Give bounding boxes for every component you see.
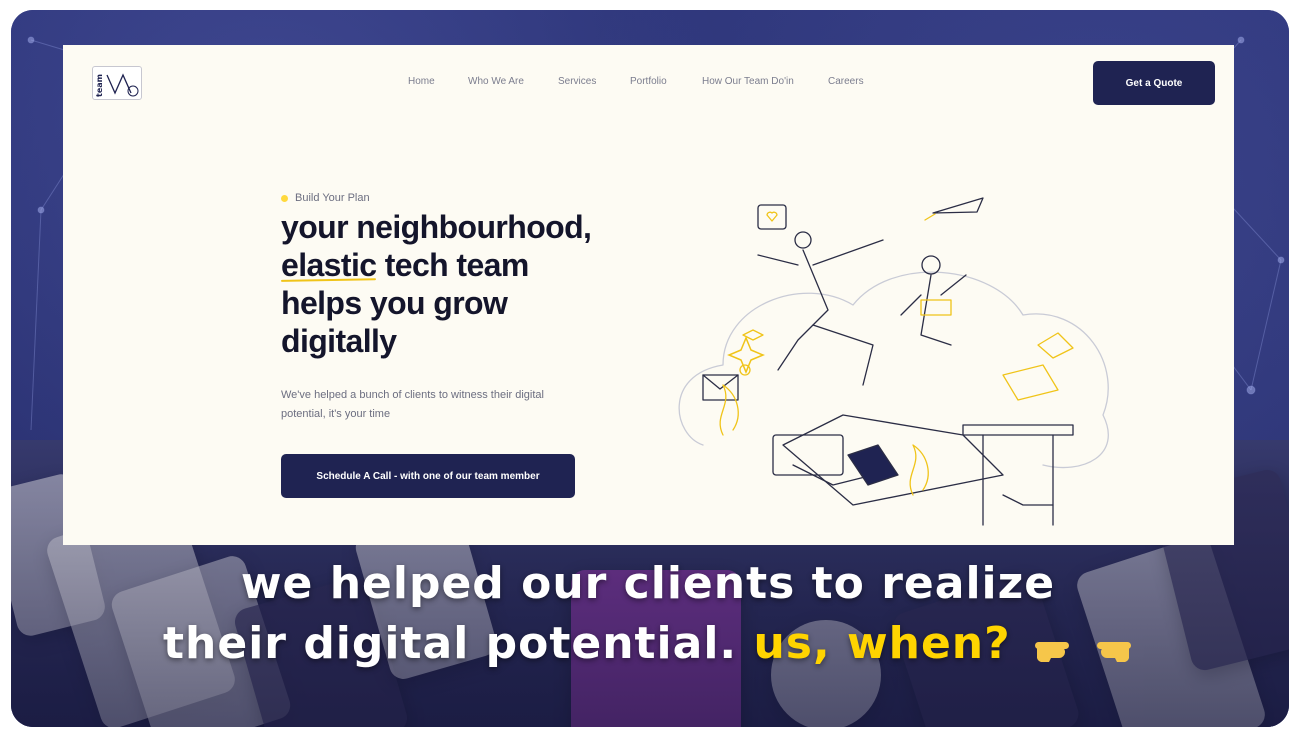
nav-home[interactable]: Home <box>408 76 435 87</box>
dot-icon <box>281 194 288 202</box>
nav-services[interactable]: Services <box>558 76 596 87</box>
eyebrow-label: Build Your Plan <box>295 192 370 204</box>
nav-portfolio[interactable]: Portfolio <box>630 76 667 87</box>
caption-line-2: their digital potential. us, when? <box>0 618 1296 669</box>
headline-line-2: tech team <box>376 247 530 283</box>
caption-white: their digital potential. <box>163 618 738 669</box>
caption-line-1: we helped our clients to realize <box>240 558 1056 609</box>
caption-yellow: us, when? <box>737 618 1011 669</box>
hero-subtext: We've helped a bunch of clients to witne… <box>281 389 544 420</box>
hero-headline: your neighbourhood, elastic tech team he… <box>281 208 661 360</box>
pointing-hands-icon <box>1034 642 1131 662</box>
website-panel: team Home Who We Are Services Portfolio … <box>63 45 1234 545</box>
nav-how-our-team[interactable]: How Our Team Do'in <box>702 76 794 87</box>
headline-line-1: your neighbourhood, <box>281 209 592 245</box>
headline-line-4: digitally <box>281 323 397 359</box>
nav-who-we-are[interactable]: Who We Are <box>468 76 524 87</box>
main-nav: Home Who We Are Services Portfolio How O… <box>63 76 1234 90</box>
hero-section: Build Your Plan your neighbourhood, elas… <box>281 192 661 424</box>
headline-line-3: helps you grow <box>281 285 508 321</box>
headline-highlight: elastic <box>281 247 377 283</box>
team-illustration <box>678 197 1109 526</box>
eyebrow: Build Your Plan <box>281 192 661 204</box>
get-a-quote-button[interactable]: Get a Quote <box>1093 61 1215 105</box>
nav-careers[interactable]: Careers <box>828 76 864 87</box>
schedule-call-button[interactable]: Schedule A Call - with one of our team m… <box>281 454 575 498</box>
